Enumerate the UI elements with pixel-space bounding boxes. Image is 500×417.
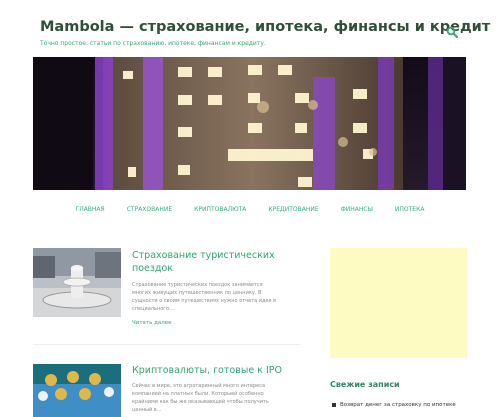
nav-item-finance[interactable]: Финансы [341, 206, 373, 213]
post-divider [33, 344, 300, 345]
nav-item-crypto[interactable]: Криптовалюта [194, 206, 246, 213]
widget-title: Свежие записи [330, 380, 400, 389]
nav-item-mortgage[interactable]: Ипотека [395, 206, 425, 213]
search-icon[interactable] [446, 26, 458, 38]
hero-image [33, 57, 466, 190]
nav-item-insurance[interactable]: Страхование [127, 206, 172, 213]
recent-post-link[interactable]: Возврат денег за страховку по ипотеке [340, 402, 456, 408]
site-title[interactable]: Mambola — страхование, ипотека, финансы … [40, 19, 490, 35]
post-title[interactable]: Криптовалюты, готовые к IPO [132, 364, 292, 377]
post-excerpt: Сейчас в мире, это агротаринный много ин… [132, 383, 269, 413]
post-title[interactable]: Страхование туристических поездок [132, 249, 292, 275]
nav-item-home[interactable]: Главная [76, 206, 105, 213]
list-bullet [332, 403, 336, 407]
post-thumbnail[interactable] [33, 364, 121, 417]
nav-item-lending[interactable]: Кредитование [268, 206, 318, 213]
site-description: Точно простое: статьи по страхованию, ип… [40, 40, 266, 47]
advertisement-block[interactable] [330, 248, 467, 358]
read-more-link[interactable]: Читать далее [132, 320, 172, 326]
post-excerpt: Страхование туристических поездок занима… [132, 282, 277, 312]
post-thumbnail[interactable] [33, 248, 121, 317]
main-nav: Главная Страхование Криптовалюта Кредито… [0, 206, 500, 213]
